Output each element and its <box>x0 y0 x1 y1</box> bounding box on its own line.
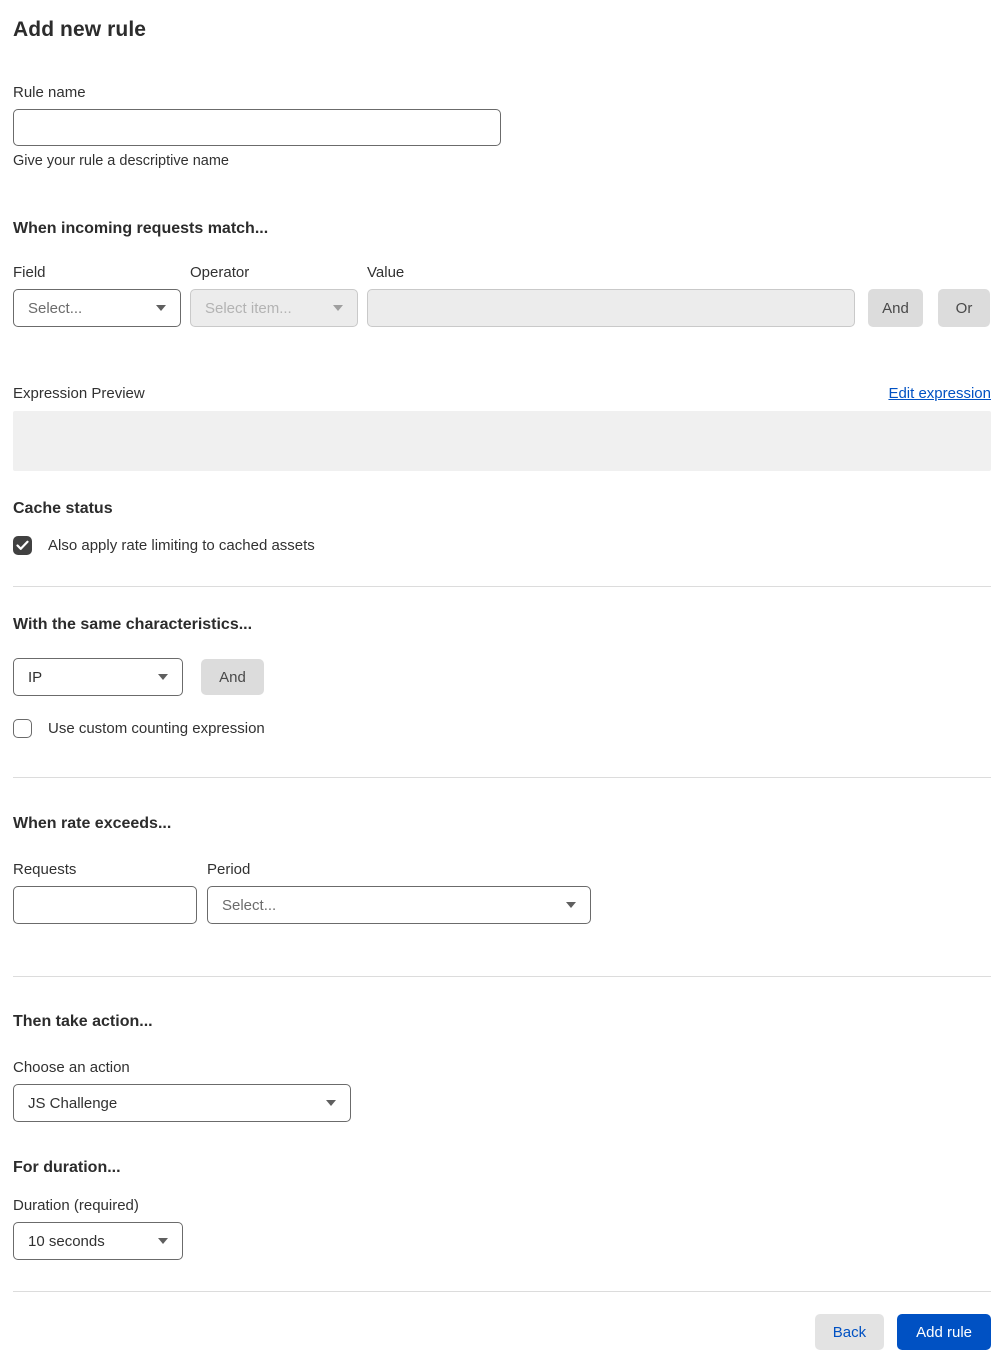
action-select-value: JS Challenge <box>28 1094 118 1112</box>
choose-action-label: Choose an action <box>13 1059 130 1076</box>
action-select[interactable]: JS Challenge <box>13 1084 351 1122</box>
divider <box>13 777 991 778</box>
cache-status-heading: Cache status <box>13 500 113 517</box>
chevron-down-icon <box>156 305 166 311</box>
characteristics-heading: With the same characteristics... <box>13 616 253 633</box>
operator-label: Operator <box>190 264 250 281</box>
rate-heading: When rate exceeds... <box>13 815 172 832</box>
field-label: Field <box>13 264 46 281</box>
and-button[interactable]: And <box>868 289 923 327</box>
period-select[interactable]: Select... <box>207 886 591 924</box>
duration-label: Duration (required) <box>13 1197 139 1214</box>
value-input[interactable] <box>367 289 855 327</box>
match-section-heading: When incoming requests match... <box>13 220 269 237</box>
divider <box>13 976 991 977</box>
checkmark-icon <box>16 540 29 550</box>
chevron-down-icon <box>158 1238 168 1244</box>
custom-counting-checkbox[interactable] <box>13 719 32 738</box>
action-heading: Then take action... <box>13 1013 153 1030</box>
or-button[interactable]: Or <box>938 289 990 327</box>
rule-name-helper: Give your rule a descriptive name <box>13 153 229 169</box>
back-button[interactable]: Back <box>814 1314 885 1350</box>
duration-select[interactable]: 10 seconds <box>13 1222 183 1260</box>
chevron-down-icon <box>158 674 168 680</box>
field-select-value: Select... <box>28 299 83 317</box>
expression-preview-box <box>13 411 991 471</box>
characteristics-and-button[interactable]: And <box>201 659 264 695</box>
characteristic-select-value: IP <box>28 668 43 686</box>
chevron-down-icon <box>566 902 576 908</box>
duration-select-value: 10 seconds <box>28 1232 105 1250</box>
divider <box>13 586 991 587</box>
custom-counting-label: Use custom counting expression <box>48 720 265 737</box>
period-select-value: Select... <box>222 896 277 914</box>
page-title: Add new rule <box>13 18 147 41</box>
requests-input[interactable] <box>13 886 197 924</box>
requests-label: Requests <box>13 861 77 878</box>
edit-expression-link[interactable]: Edit expression <box>888 385 991 402</box>
period-label: Period <box>207 861 251 878</box>
characteristic-select[interactable]: IP <box>13 658 183 696</box>
duration-heading: For duration... <box>13 1159 121 1176</box>
rule-name-input[interactable] <box>13 109 501 146</box>
cache-checkbox-label: Also apply rate limiting to cached asset… <box>48 537 315 554</box>
rule-name-label: Rule name <box>13 84 86 101</box>
cache-checkbox[interactable] <box>13 536 32 555</box>
value-label: Value <box>367 264 405 281</box>
field-select[interactable]: Select... <box>13 289 181 327</box>
chevron-down-icon <box>333 305 343 311</box>
operator-select-value: Select item... <box>205 299 292 317</box>
operator-select[interactable]: Select item... <box>190 289 358 327</box>
divider <box>13 1291 991 1292</box>
expression-preview-label: Expression Preview <box>13 385 145 402</box>
add-rule-button[interactable]: Add rule <box>897 1314 991 1350</box>
chevron-down-icon <box>326 1100 336 1106</box>
